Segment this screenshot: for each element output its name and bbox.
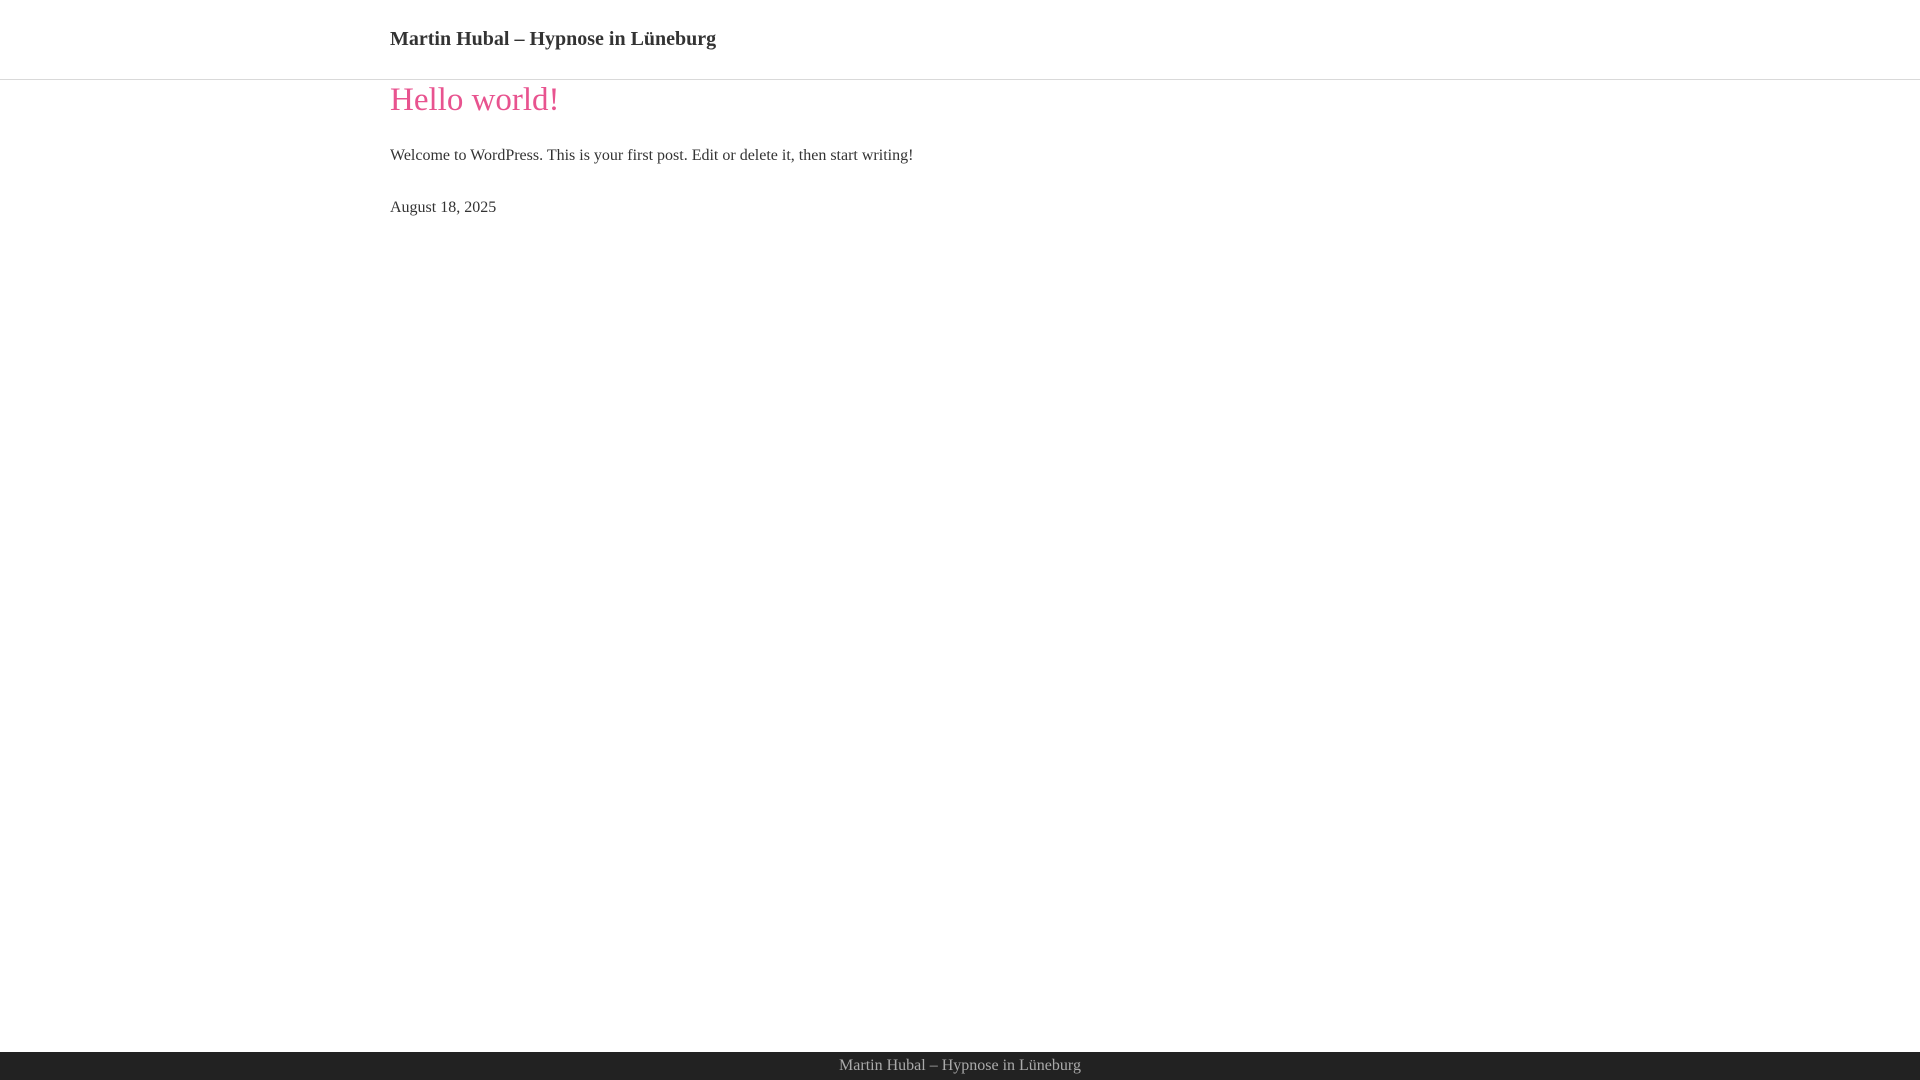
site-title-link[interactable]: Martin Hubal – Hypnose in Lüneburg (390, 26, 716, 52)
footer-site-name: Martin Hubal – Hypnose in Lüneburg (839, 1057, 1081, 1074)
site-footer: Martin Hubal – Hypnose in Lüneburg (0, 1052, 1920, 1080)
page: Martin Hubal – Hypnose in Lüneburg Hello… (0, 0, 1920, 1080)
post-date[interactable]: August 18, 2025 (390, 197, 496, 219)
site-header: Martin Hubal – Hypnose in Lüneburg (0, 0, 1920, 80)
post-excerpt: Welcome to WordPress. This is your first… (390, 147, 914, 164)
post-title-link[interactable]: Hello world! (390, 80, 560, 120)
